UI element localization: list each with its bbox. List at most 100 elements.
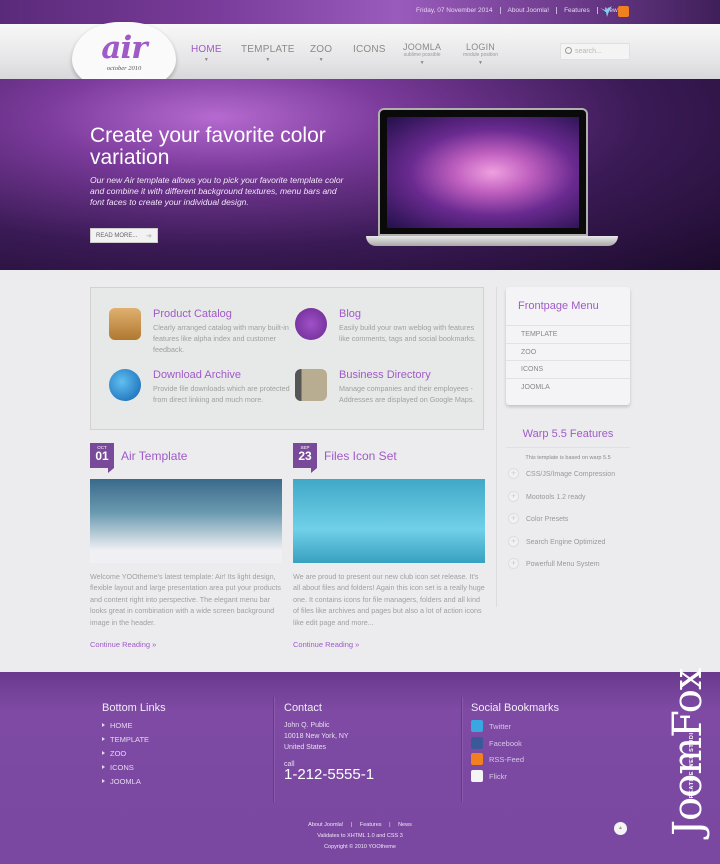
hero-text: Our new Air template allows you to pick … [90,175,344,207]
read-more-button[interactable]: READ MORE... ➜ [90,228,158,243]
globe-download-icon [109,369,141,401]
column-divider [496,287,497,607]
frontpage-menu-title: Frontpage Menu [518,300,599,312]
footer-link-zoo[interactable]: ZOO [102,749,166,758]
chevron-down-icon: ▼ [478,60,483,66]
nav-zoo[interactable]: ZOO ▼ [310,44,332,63]
rss-icon [471,753,483,766]
feature-title[interactable]: Download Archive [153,369,241,381]
menu-item-zoo[interactable]: ZOO [506,342,630,361]
warp-item: + Mootools 1.2 ready [506,487,630,510]
laptop-image [366,108,618,246]
warp-item: + Search Engine Optimized [506,532,630,555]
warp-item: + Color Presets [506,509,630,532]
feature-title[interactable]: Business Directory [339,369,431,381]
post-image [90,479,282,563]
footer-bottom-news[interactable]: News [398,822,412,828]
feature-text: Manage companies and their employees - A… [339,384,475,404]
footer-link-home[interactable]: HOME [102,721,166,730]
arrow-right-icon: ➜ [146,233,152,240]
date-badge: OCT 01 [90,443,114,473]
feature-title[interactable]: Product Catalog [153,308,232,320]
social-title: Social Bookmarks [471,702,560,714]
footer-link-joomla[interactable]: JOOMLA [102,777,166,786]
contact-title: Contact [284,702,322,714]
top-link-features[interactable]: Features [556,7,597,14]
nav-template[interactable]: TEMPLATE ▼ [241,44,295,63]
feature-text: Clearly arranged catalog with many built… [153,323,289,354]
contact: Contact John Q. Public 10018 New York, N… [284,702,375,783]
logo-text: air [101,30,147,66]
scroll-top-button[interactable]: ▲ [614,822,627,835]
address-book-icon [295,369,327,401]
plus-icon: + [508,468,519,479]
twitter-icon [471,720,483,732]
twitter-bird-icon[interactable] [600,6,614,17]
feature-text: Provide file downloads which are protect… [153,384,290,404]
plus-icon: + [508,513,519,524]
facebook-icon [471,736,483,749]
feature-text: Easily build your own weblog with featur… [339,323,477,343]
validates-text: Validates to XHTML 1.0 and CSS 3 [317,833,403,839]
post-title[interactable]: Files Icon Set [324,449,397,463]
search-input[interactable]: search... [560,43,630,60]
top-link-about[interactable]: About Joomla! [499,7,557,14]
social-flickr[interactable]: Flickr [471,770,559,787]
footer-link-template[interactable]: TEMPLATE [102,735,166,744]
post-image [293,479,485,563]
chevron-down-icon: ▼ [419,60,425,66]
features-box: Product Catalog Clearly arranged catalog… [90,287,484,430]
footer: Bottom Links HOME TEMPLATE ZOO ICONS JOO… [0,672,720,864]
frontpage-menu: Frontpage Menu TEMPLATE ZOO ICONS JOOMLA [506,287,630,405]
chevron-down-icon: ▼ [265,57,271,63]
footer-bottom-about[interactable]: About Joomla! [308,822,343,828]
chevron-down-icon: ▼ [318,57,324,63]
footer-bottom-features[interactable]: Features [360,822,382,828]
footer-divider [461,697,462,802]
warp-title: Warp 5.5 Features [506,428,630,448]
hero-title: Create your favorite color variation [90,124,326,169]
plus-icon: + [508,558,519,569]
post-text: We are proud to present our new club ico… [293,572,485,627]
nav-joomla[interactable]: JOOMLA sublime possible ▼ [403,42,441,66]
copyright: Copyright © 2010 YOOtheme [324,844,396,850]
warp-item: + CSS/JS/Image Compression [506,464,630,487]
logo-subtitle: october 2010 [106,65,142,72]
date-badge: SEP 23 [293,443,317,473]
plus-icon: + [508,535,519,547]
warp-item: + Powerfull Menu System [506,554,630,577]
rss-icon[interactable] [618,6,629,17]
brand-text: JoomFox [665,668,711,836]
menu-item-joomla[interactable]: JOOMLA [506,377,630,396]
nav-login[interactable]: LOGIN module position ▼ [463,42,498,66]
flickr-icon [471,770,483,783]
bottom-links: Bottom Links HOME TEMPLATE ZOO ICONS JOO… [102,702,166,786]
hero-banner: Create your favorite color variation Our… [0,79,720,270]
date-text: Friday, 07 November 2014 [416,7,493,14]
social-facebook[interactable]: Facebook [471,736,559,754]
search-icon [565,47,572,54]
footer-link-icons[interactable]: ICONS [102,763,166,772]
bottom-links-title: Bottom Links [102,702,166,714]
footer-links: About Joomla! | Features | News [308,822,412,828]
warp-features: Warp 5.5 Features This template is based… [506,428,630,577]
warp-subtitle: This template is based on warp 5.5 [525,455,611,461]
nav-home[interactable]: HOME ▼ [191,44,222,63]
feature-title[interactable]: Blog [339,308,361,320]
plus-icon: + [508,490,519,502]
box-icon [109,308,141,340]
social-rss[interactable]: RSS-Feed [471,753,559,770]
continue-reading-link[interactable]: Continue Reading » [90,640,156,649]
continue-reading-link[interactable]: Continue Reading » [293,640,359,649]
nav-icons[interactable]: ICONS [353,44,386,55]
post-text: Welcome YOOtheme's latest template: Air!… [90,572,281,627]
chevron-down-icon: ▼ [203,57,209,63]
brand-tagline: CREATIVE WEB STUDIO [689,727,695,803]
menu-item-icons[interactable]: ICONS [506,360,630,378]
menu-item-template[interactable]: TEMPLATE [506,325,630,343]
inkwell-icon [295,308,327,340]
social-twitter[interactable]: Twitter [471,720,559,737]
phone-number: 1-212-5555-1 [284,766,375,783]
post-title[interactable]: Air Template [121,449,187,463]
footer-divider [273,697,274,802]
